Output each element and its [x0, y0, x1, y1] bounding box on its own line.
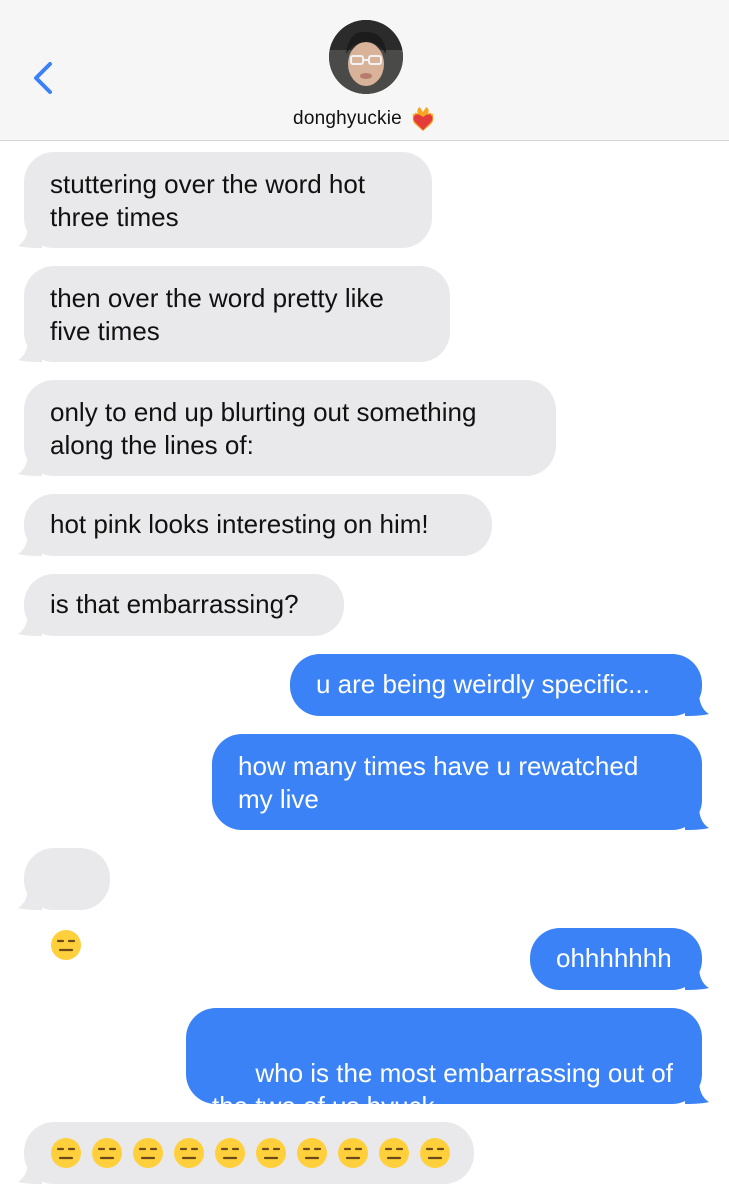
message-row [0, 1122, 729, 1184]
expressionless-face-icon [174, 1138, 204, 1168]
incoming-bubble[interactable]: stuttering over the word hot three times [24, 152, 432, 248]
bubble-tail [685, 806, 709, 830]
incoming-bubble[interactable]: hot pink looks interesting on him! [24, 494, 492, 556]
bubble-tail [18, 338, 42, 362]
expressionless-face-icon [215, 1138, 245, 1168]
incoming-bubble[interactable] [24, 1122, 474, 1184]
outgoing-bubble[interactable]: who is the most embarrassing out of the … [186, 1008, 702, 1154]
bubble-tail [18, 532, 42, 556]
message-row: u are being weirdly specific... [0, 654, 729, 716]
message-row: how many times have u rewatched my live [0, 734, 729, 830]
message-row: is that embarrassing? [0, 574, 729, 636]
message-thread: stuttering over the word hot three times… [0, 0, 729, 1200]
message-row: who is the most embarrassing out of the … [0, 1008, 729, 1154]
expressionless-face-icon [297, 1138, 327, 1168]
expressionless-face-icon [379, 1138, 409, 1168]
expressionless-face-icon [256, 1138, 286, 1168]
message-row: stuttering over the word hot three times [0, 152, 729, 248]
outgoing-bubble[interactable]: how many times have u rewatched my live [212, 734, 702, 830]
outgoing-bubble[interactable]: u are being weirdly specific... [290, 654, 702, 716]
bubble-tail [685, 692, 709, 716]
bubble-tail [18, 1160, 42, 1184]
expressionless-face-icon [133, 1138, 163, 1168]
message-row: then over the word pretty like five time… [0, 266, 729, 362]
message-row [0, 848, 729, 960]
expressionless-face-icon [92, 1138, 122, 1168]
bubble-tail [18, 224, 42, 248]
incoming-bubble[interactable]: is that embarrassing? [24, 574, 344, 636]
bubble-tail [685, 1080, 709, 1104]
message-row: ohhhhhhh [0, 928, 729, 990]
incoming-bubble[interactable]: then over the word pretty like five time… [24, 266, 450, 362]
incoming-bubble[interactable]: only to end up blurting out something al… [24, 380, 556, 476]
bubble-tail [18, 612, 42, 636]
expressionless-face-icon [420, 1138, 450, 1168]
bubble-tail [18, 452, 42, 476]
bubble-tail [18, 886, 42, 910]
message-row: hot pink looks interesting on him! [0, 494, 729, 556]
bubble-tail [685, 966, 709, 990]
expressionless-face-icon [51, 1138, 81, 1168]
expressionless-face-icon [338, 1138, 368, 1168]
message-text: who is the most embarrassing out of the … [212, 1058, 673, 1121]
outgoing-bubble[interactable]: ohhhhhhh [530, 928, 702, 990]
message-row: only to end up blurting out something al… [0, 380, 729, 476]
